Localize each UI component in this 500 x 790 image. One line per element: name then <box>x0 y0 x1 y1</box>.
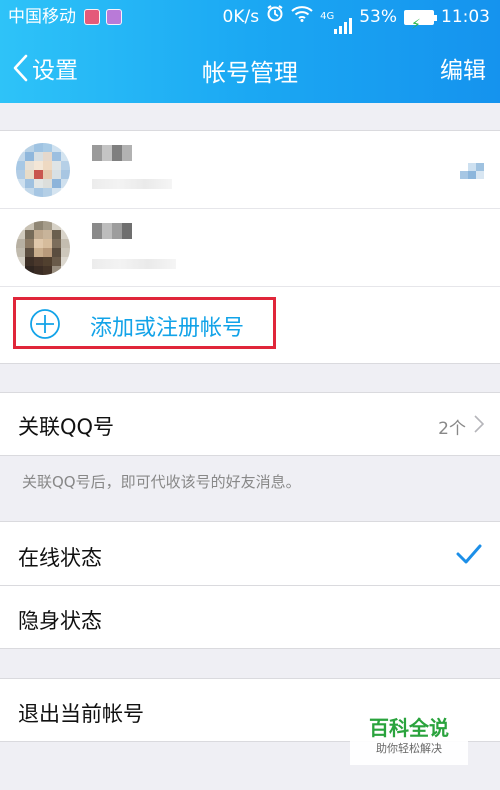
network-speed: 0K/s <box>222 7 260 27</box>
watermark-subtitle: 助你轻松解决 <box>376 742 442 755</box>
wifi-icon <box>291 0 313 34</box>
add-account-label: 添加或注册帐号 <box>90 316 245 341</box>
alarm-icon <box>266 0 284 34</box>
account-id-redacted <box>92 179 172 189</box>
watermark-title: 百科全说 <box>369 716 449 740</box>
gallery-app-icon <box>106 9 122 25</box>
carrier-name: 中国移动 <box>8 7 76 27</box>
status-bar: 中国移动 0K/s 4G 53% ⚡ 11:03 <box>0 0 500 34</box>
add-account-row[interactable]: 添加或注册帐号 <box>0 287 500 363</box>
account-status-redacted <box>460 163 484 179</box>
linked-qq-note: 关联QQ号后，即可代收该号的好友消息。 <box>22 473 301 491</box>
logout-label: 退出当前帐号 <box>18 702 144 726</box>
watermark-logo: 百科全说 助你轻松解决 <box>350 715 468 765</box>
invisible-status-row[interactable]: 隐身状态 <box>0 586 500 648</box>
page-title: 帐号管理 <box>202 59 298 87</box>
app-header: 中国移动 0K/s 4G 53% ⚡ 11:03 设置 帐号管理 编辑 <box>0 0 500 103</box>
checkmark-icon <box>456 544 482 564</box>
edit-button[interactable]: 编辑 <box>440 51 486 85</box>
accounts-list: 添加或注册帐号 <box>0 130 500 364</box>
avatar <box>16 143 70 197</box>
add-circle-icon <box>30 309 60 339</box>
account-name-redacted <box>92 223 132 239</box>
battery-charging-icon: ⚡ <box>404 9 437 33</box>
avatar <box>16 221 70 275</box>
clock: 11:03 <box>441 7 490 27</box>
cellular-signal-icon: 4G <box>320 0 353 34</box>
linked-qq-label: 关联QQ号 <box>18 415 115 439</box>
online-status-row[interactable]: 在线状态 <box>0 522 500 585</box>
chevron-right-icon <box>474 415 484 433</box>
battery-percent: 53% <box>359 7 397 27</box>
linked-qq-count: 2个 <box>438 419 466 439</box>
notification-app-icon <box>84 9 100 25</box>
online-status-label: 在线状态 <box>18 546 102 570</box>
account-name-redacted <box>92 145 132 161</box>
linked-qq-row[interactable]: 关联QQ号 2个 <box>0 393 500 455</box>
nav-bar: 设置 帐号管理 编辑 <box>0 34 500 103</box>
account-row[interactable] <box>0 209 500 287</box>
add-account-highlight: 添加或注册帐号 <box>13 297 276 349</box>
network-type: 4G <box>320 11 335 22</box>
account-row[interactable] <box>0 131 500 209</box>
invisible-status-label: 隐身状态 <box>18 609 102 633</box>
account-id-redacted <box>92 259 176 269</box>
